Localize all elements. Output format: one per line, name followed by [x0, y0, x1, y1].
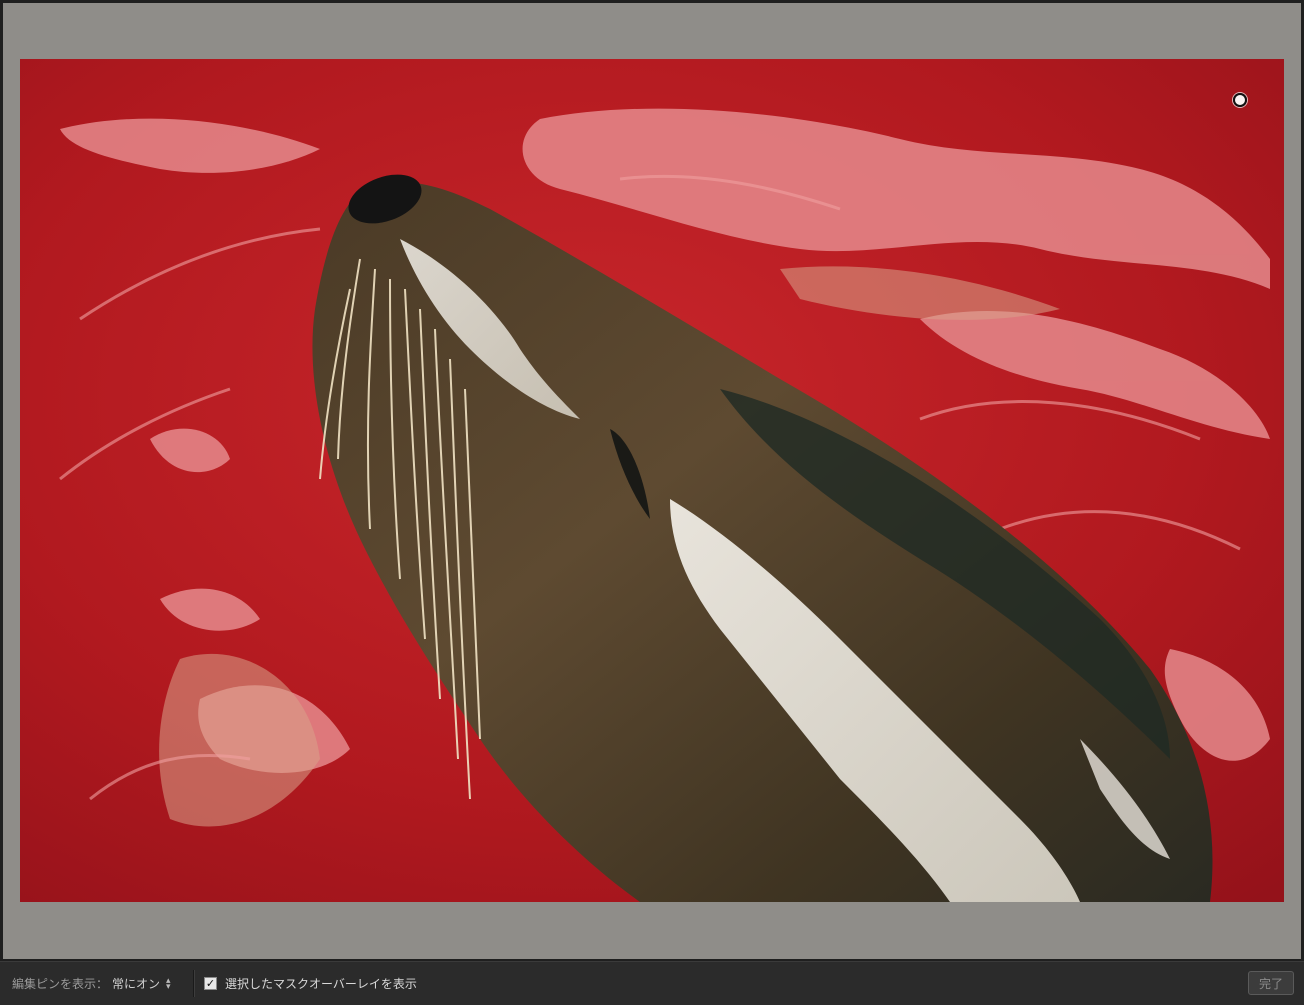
done-button[interactable]: 完了: [1247, 971, 1294, 995]
up-down-arrows-icon[interactable]: ▴ ▾: [166, 976, 171, 991]
photo-image: [20, 59, 1284, 902]
app-frame: 編集ピンを表示： 常にオン ▴ ▾ ✓ 選択したマスクオーバーレイを表示 完了: [0, 0, 1304, 1005]
checkmark-icon: ✓: [205, 977, 216, 990]
bottom-toolbar: 編集ピンを表示： 常にオン ▴ ▾ ✓ 選択したマスクオーバーレイを表示 完了: [0, 961, 1304, 1005]
show-edit-pins-label: 編集ピンを表示：: [12, 977, 109, 991]
overlay-checkbox[interactable]: ✓: [204, 977, 217, 990]
show-edit-pins-value[interactable]: 常にオン: [112, 975, 160, 992]
mask-overlay-toggle[interactable]: ✓ 選択したマスクオーバーレイを表示: [204, 962, 417, 1005]
toolbar-divider: [193, 970, 194, 997]
overlay-label: 選択したマスクオーバーレイを表示: [225, 977, 417, 991]
edit-pin-icon[interactable]: [1233, 93, 1247, 107]
photo-canvas[interactable]: [20, 59, 1284, 902]
show-edit-pins-control[interactable]: 編集ピンを表示： 常にオン ▴ ▾: [12, 962, 171, 1005]
